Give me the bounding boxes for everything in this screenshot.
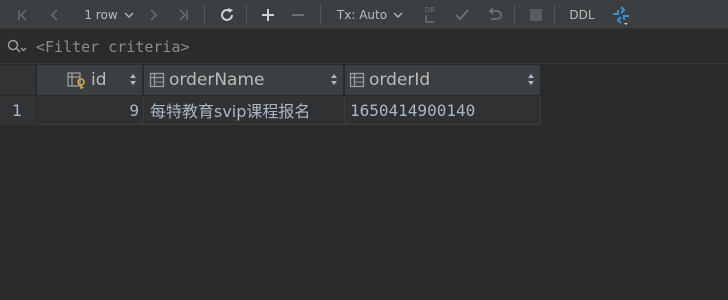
column-header-orderName[interactable]: orderName bbox=[144, 65, 344, 95]
db-label: DB bbox=[424, 6, 436, 14]
toolbar-separator bbox=[246, 5, 247, 24]
result-grid: id orderName orderId 1 9 每特教育svip课程报名 16… bbox=[0, 65, 728, 300]
add-row-icon[interactable] bbox=[256, 0, 280, 29]
commit-db-icon[interactable]: DB bbox=[418, 0, 442, 29]
first-page-icon[interactable] bbox=[10, 0, 36, 29]
row-count-label: 1 row bbox=[84, 7, 118, 22]
previous-page-icon[interactable] bbox=[42, 0, 68, 29]
next-page-icon[interactable] bbox=[140, 0, 166, 29]
row-count-dropdown[interactable]: 1 row bbox=[74, 0, 144, 29]
transaction-mode-label: Tx: Auto bbox=[336, 7, 388, 22]
filter-bar[interactable]: <Filter criteria> bbox=[0, 30, 728, 64]
toolbar-separator bbox=[554, 5, 555, 24]
chevron-down-icon bbox=[124, 11, 134, 18]
column-icon bbox=[349, 72, 365, 88]
row-number-header bbox=[0, 65, 36, 95]
column-header-label: orderName bbox=[169, 70, 265, 90]
toolbar-separator bbox=[204, 5, 205, 24]
primary-key-icon bbox=[67, 72, 85, 89]
compare-icon[interactable] bbox=[606, 0, 636, 29]
delete-row-icon[interactable] bbox=[286, 0, 310, 29]
data-editor-toolbar: 1 row Tx: Auto DB DDL bbox=[0, 0, 728, 29]
ddl-button[interactable]: DDL bbox=[562, 0, 602, 29]
column-header-label: orderId bbox=[369, 70, 431, 90]
sort-icon[interactable] bbox=[129, 73, 137, 86]
filter-input[interactable]: <Filter criteria> bbox=[36, 38, 190, 56]
sort-icon[interactable] bbox=[527, 73, 535, 86]
refresh-icon[interactable] bbox=[214, 0, 240, 29]
table-cell-id[interactable]: 9 bbox=[37, 96, 144, 125]
table-cell-orderId[interactable]: 1650414900140 bbox=[345, 96, 541, 125]
table-cell-orderName[interactable]: 每特教育svip课程报名 bbox=[144, 96, 345, 125]
stop-icon[interactable] bbox=[524, 0, 548, 29]
rollback-icon[interactable] bbox=[482, 0, 506, 29]
chevron-down-icon bbox=[393, 11, 403, 18]
ddl-label: DDL bbox=[569, 7, 595, 22]
last-page-icon[interactable] bbox=[170, 0, 196, 29]
search-icon[interactable] bbox=[7, 39, 29, 55]
toolbar-separator bbox=[320, 5, 321, 24]
column-icon bbox=[149, 72, 165, 88]
commit-icon[interactable] bbox=[450, 0, 474, 29]
sort-icon[interactable] bbox=[330, 73, 338, 86]
transaction-mode-dropdown[interactable]: Tx: Auto bbox=[330, 0, 410, 29]
row-number[interactable]: 1 bbox=[0, 96, 36, 125]
column-header-label: id bbox=[91, 70, 107, 90]
toolbar-separator bbox=[514, 5, 515, 24]
column-header-orderId[interactable]: orderId bbox=[345, 65, 541, 95]
column-header-id[interactable]: id bbox=[37, 65, 143, 95]
